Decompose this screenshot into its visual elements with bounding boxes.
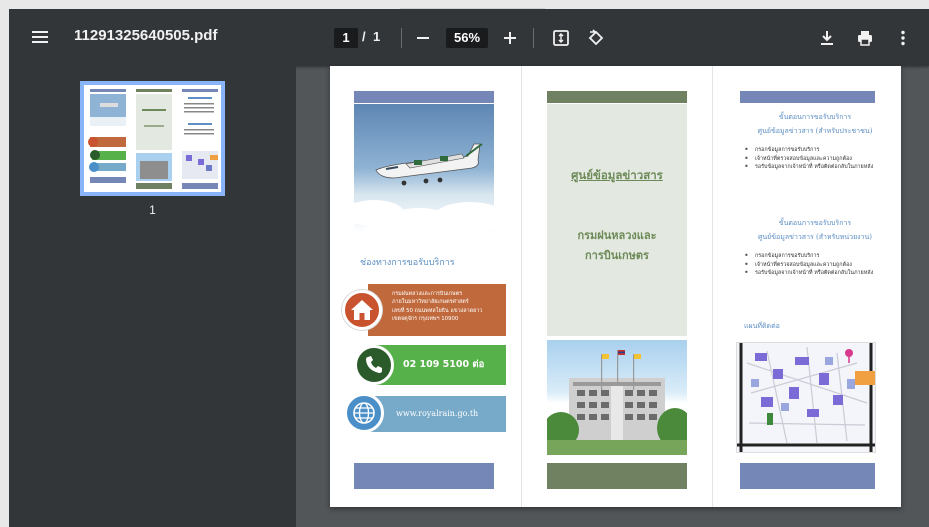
agency-service-heading: ขั้นตอนการขอรับบริการ [778, 219, 852, 227]
zoom-in-button[interactable] [498, 26, 522, 50]
pdf-page: ช่องทางการขอรับบริการ กรมฝนหลวงและการบิน… [330, 66, 901, 507]
page-thumbnail[interactable] [80, 81, 225, 196]
download-button[interactable] [815, 26, 839, 50]
airplane-photo [354, 104, 494, 233]
bottom-green-bar [547, 463, 687, 489]
file-name: 11291325640505.pdf [74, 27, 218, 44]
zoom-out-button[interactable] [411, 26, 435, 50]
map-heading: แผนที่ติดต่อ [744, 322, 780, 330]
pdf-viewer: 11291325640505.pdf 1 / 1 56% 1 ช่องทางกา… [9, 9, 929, 527]
center-subtitle: กรมฝนหลวงและ [577, 229, 657, 242]
toolbar-divider [401, 28, 402, 48]
public-service-steps: กรอกข้อมูลการขอรับบริการ เจ้าหน้าที่ตรวจ… [744, 146, 894, 172]
title-panel [547, 104, 687, 336]
minus-icon [417, 37, 429, 39]
page-separator: / [362, 29, 366, 44]
address-line: กรมฝนหลวงและการบินเกษตร [392, 291, 463, 297]
airplane-icon [375, 143, 483, 186]
rotate-icon [588, 29, 604, 46]
fold-line [521, 66, 522, 507]
center-title: ศูนย์ข้อมูลข่าวสาร [571, 168, 663, 182]
location-map [736, 342, 876, 453]
download-icon [821, 31, 833, 45]
address-line: ภายในมหาวิทยาลัยเกษตรศาสตร์ [392, 299, 469, 306]
bottom-blue-bar-right [740, 463, 875, 489]
address-line: เลขที่ 50 ถนนพหลโยธิน แขวงลาดยาว [392, 307, 483, 314]
list-item: รอรับข้อมูลจากเจ้าหน้าที่ หรือติดต่อกลับ… [744, 269, 894, 278]
plus-icon [504, 32, 516, 44]
fit-to-page-button[interactable] [549, 26, 573, 50]
rotate-button[interactable] [584, 26, 608, 50]
fit-to-page-icon [553, 30, 569, 46]
building-photo [547, 340, 687, 455]
zoom-level-input[interactable]: 56% [446, 28, 488, 48]
globe-icon [344, 393, 384, 433]
thumbnail-page-number: 1 [149, 203, 156, 217]
bottom-blue-bar [354, 463, 494, 489]
fold-line [712, 66, 713, 507]
public-service-heading: ศูนย์ข้อมูลข่าวสาร (สำหรับประชาชน) [757, 127, 873, 135]
toolbar-divider [533, 28, 534, 48]
website-link: www.royalrain.go.th [370, 396, 506, 432]
agency-service-heading: ศูนย์ข้อมูลข่าวสาร (สำหรับหน่วยงาน) [757, 233, 873, 241]
top-blue-bar [354, 91, 494, 103]
current-page-input[interactable]: 1 [334, 28, 358, 48]
thumbnail-sidebar: 1 [9, 66, 296, 527]
center-subtitle: การบินเกษตร [585, 249, 649, 262]
home-icon [342, 290, 382, 330]
more-vert-icon [901, 30, 905, 46]
address-line: เขตจตุจักร กรุงเทพฯ 10900 [392, 316, 459, 323]
more-options-button[interactable] [891, 26, 915, 50]
list-item: กรอกข้อมูลการขอรับบริการ [744, 252, 894, 261]
list-item: กรอกข้อมูลการขอรับบริการ [744, 146, 894, 155]
viewer-toolbar: 11291325640505.pdf 1 / 1 56% [9, 9, 929, 66]
print-button[interactable] [853, 26, 877, 50]
hamburger-menu-icon[interactable] [29, 26, 51, 48]
thumbnail-preview [84, 85, 221, 192]
list-item: เจ้าหน้าที่ตรวจสอบข้อมูลและความถูกต้อง [744, 155, 894, 164]
public-service-heading: ขั้นตอนการขอรับบริการ [778, 113, 852, 121]
top-green-bar [547, 91, 687, 103]
address-box: กรมฝนหลวงและการบินเกษตร ภายในมหาวิทยาลัย… [368, 284, 506, 336]
phone-number: 02 109 5100 ต่อ 785 [376, 345, 506, 410]
print-icon [858, 31, 872, 46]
list-item: รอรับข้อมูลจากเจ้าหน้าที่ หรือติดต่อกลับ… [744, 163, 894, 172]
service-channels-heading: ช่องทางการขอรับบริการ [360, 258, 455, 268]
agency-service-steps: กรอกข้อมูลการขอรับบริการ เจ้าหน้าที่ตรวจ… [744, 252, 894, 278]
phone-icon [354, 345, 394, 385]
top-blue-bar-right [740, 91, 875, 103]
total-pages: 1 [373, 29, 381, 44]
list-item: เจ้าหน้าที่ตรวจสอบข้อมูลและความถูกต้อง [744, 261, 894, 270]
